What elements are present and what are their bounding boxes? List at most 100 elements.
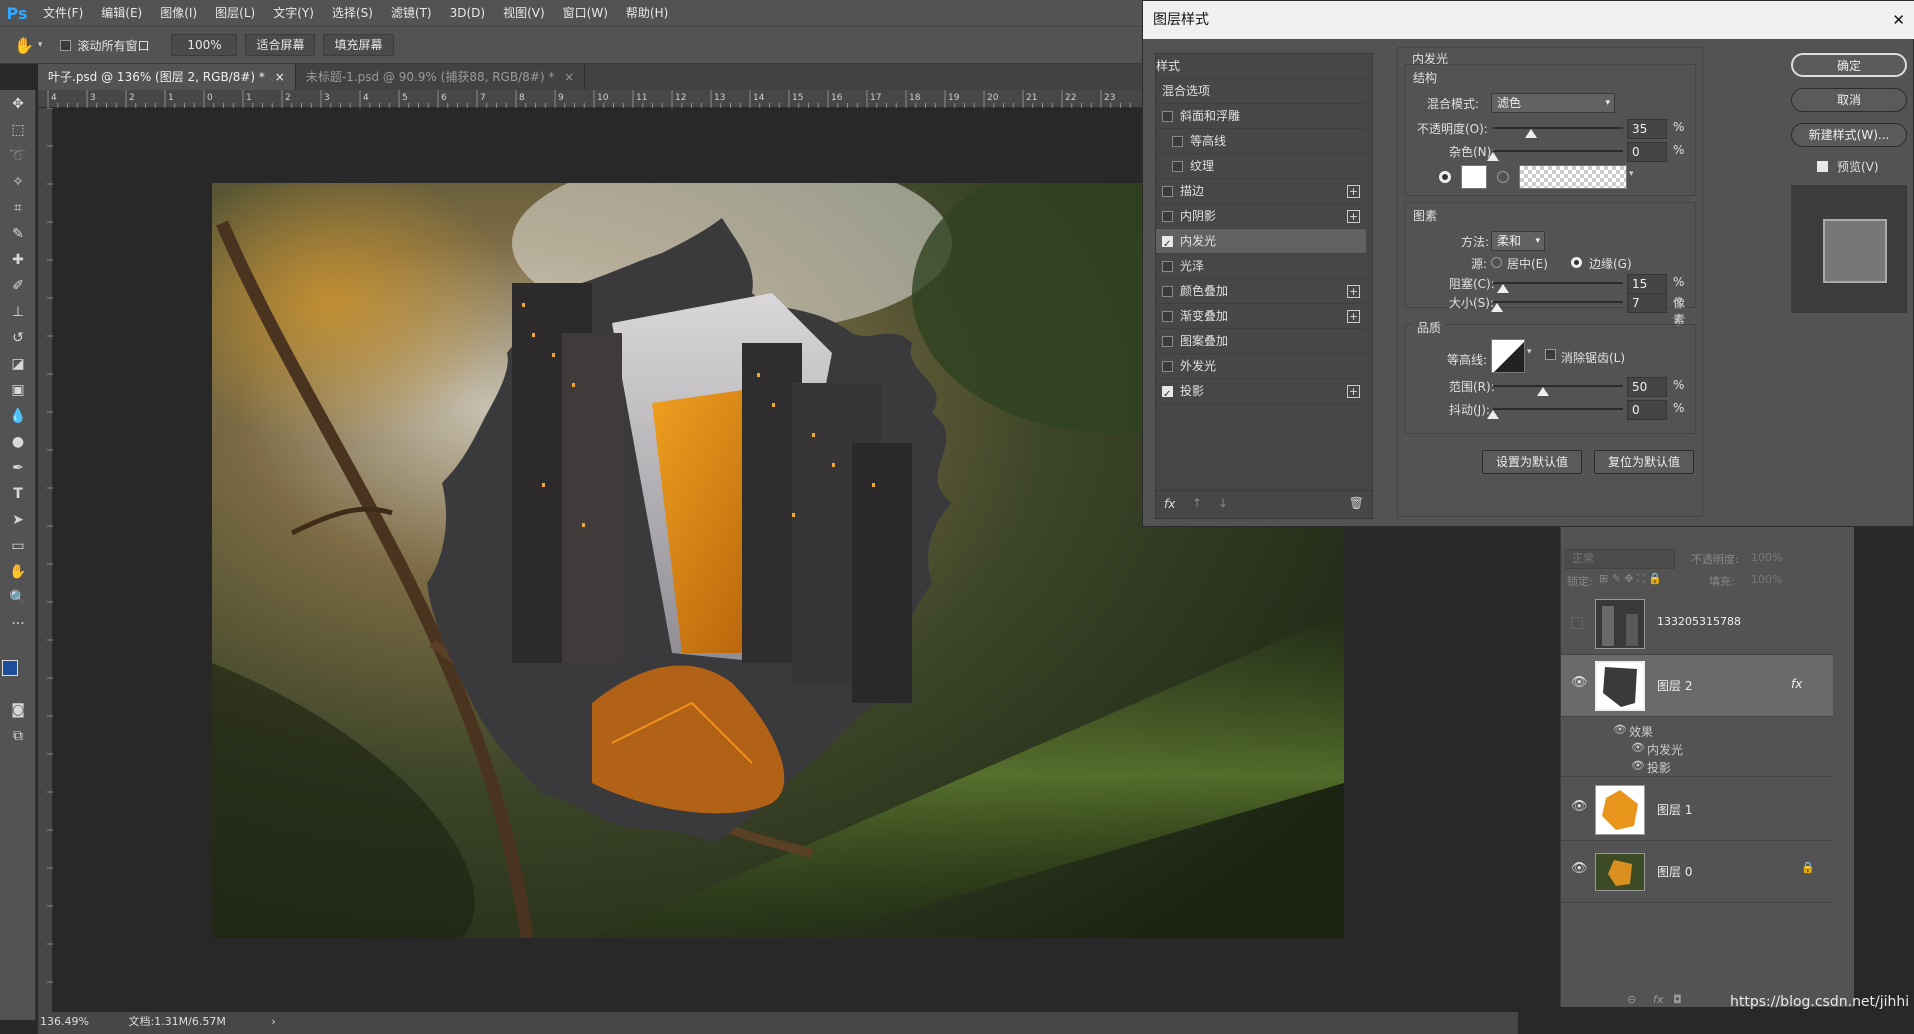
foreground-color-swatch[interactable] [2,660,18,676]
style-item-inner-shadow[interactable]: 内阴影 + [1156,204,1366,229]
fx-icon[interactable]: fx [1653,993,1663,1006]
menu-filter[interactable]: 滤镜(T) [382,0,441,26]
add-icon[interactable]: + [1347,285,1360,298]
checkbox[interactable] [1162,361,1173,372]
history-brush-tool-icon[interactable]: ↺ [6,328,30,348]
hand-tool-icon[interactable]: ✋ [6,562,30,582]
slider-thumb[interactable] [1525,129,1537,138]
size-input[interactable]: 7 [1627,293,1667,313]
eye-icon[interactable]: 👁 [1631,741,1645,754]
style-item-color-overlay[interactable]: 颜色叠加 + [1156,279,1366,304]
chevron-down-icon[interactable]: ▾ [1527,347,1532,357]
edge-radio[interactable] [1571,257,1582,268]
menu-edit[interactable]: 编辑(E) [92,0,151,26]
marquee-tool-icon[interactable]: ⬚ [6,120,30,140]
noise-input[interactable]: 0 [1627,142,1667,162]
checkbox[interactable] [1162,211,1173,222]
style-item-pattern-overlay[interactable]: 图案叠加 [1156,329,1366,354]
styles-header[interactable]: 样式 [1156,54,1366,79]
more-tools-icon[interactable]: ··· [6,614,30,634]
zoom-readout[interactable]: 136.49% [40,1015,89,1028]
lasso-tool-icon[interactable]: ➰ [6,146,30,166]
layer-name[interactable]: 图层 2 [1657,677,1692,694]
menu-type[interactable]: 文字(Y) [264,0,323,26]
status-arrow-icon[interactable]: › [271,1015,275,1028]
brush-tool-icon[interactable]: ✐ [6,276,30,296]
healing-tool-icon[interactable]: ✚ [6,250,30,270]
eye-icon[interactable]: 👁 [1571,861,1588,876]
add-icon[interactable]: + [1347,185,1360,198]
choke-input[interactable]: 15 [1627,274,1667,294]
checkbox[interactable] [1162,286,1173,297]
size-slider[interactable] [1493,301,1623,303]
checkbox[interactable] [1162,336,1173,347]
checkbox[interactable] [1162,186,1173,197]
hand-tool-icon[interactable]: ✋ [14,36,34,55]
style-item-bevel[interactable]: 斜面和浮雕 [1156,104,1366,129]
style-item-contour[interactable]: 等高线 [1156,129,1366,154]
menu-file[interactable]: 文件(F) [34,0,92,26]
zoom-tool-icon[interactable]: 🔍 [6,588,30,608]
close-icon[interactable]: ✕ [1892,1,1905,39]
style-item-gradient-overlay[interactable]: 渐变叠加 + [1156,304,1366,329]
magic-wand-tool-icon[interactable]: ✧ [6,172,30,192]
blur-tool-icon[interactable]: 💧 [6,406,30,426]
solid-color-radio[interactable] [1439,171,1451,183]
layer-row-selected[interactable]: 👁 图层 2 fx [1561,655,1833,717]
tab-leaf-psd[interactable]: 叶子.psd @ 136% (图层 2, RGB/8#) * × [38,64,296,90]
menu-3d[interactable]: 3D(D) [441,0,494,26]
jitter-slider[interactable] [1493,408,1623,410]
link-icon[interactable]: ⊝ [1627,993,1636,1006]
rectangle-tool-icon[interactable]: ▭ [6,536,30,556]
fx-icon[interactable]: fx [1164,497,1175,511]
opacity-input[interactable]: 35 [1627,119,1667,139]
mask-icon[interactable]: ◘ [1673,993,1682,1006]
effect-inner-glow[interactable]: 内发光 [1647,741,1683,758]
fit-screen-button[interactable]: 适合屏幕 [245,34,316,56]
menu-help[interactable]: 帮助(H) [617,0,677,26]
method-select[interactable]: 柔和 ▾ [1491,231,1545,251]
checkbox[interactable] [1172,136,1183,147]
move-down-icon[interactable]: ↓ [1218,496,1228,510]
range-input[interactable]: 50 [1627,377,1667,397]
effect-drop-shadow[interactable]: 投影 [1647,759,1671,776]
type-tool-icon[interactable]: T [6,484,30,504]
layer-row[interactable]: 133205315788 [1561,593,1833,655]
scroll-all-checkbox[interactable] [60,39,72,51]
contour-preview[interactable] [1491,339,1525,373]
checkbox[interactable] [1162,311,1173,322]
slider-thumb[interactable] [1487,152,1499,161]
eye-icon[interactable]: 👁 [1571,675,1588,690]
eye-icon[interactable]: 👁 [1631,759,1645,772]
add-icon[interactable]: + [1347,310,1360,323]
chevron-down-icon[interactable]: ▾ [1629,169,1634,179]
path-select-tool-icon[interactable]: ➤ [6,510,30,530]
cancel-button[interactable]: 取消 [1791,88,1907,112]
visibility-toggle[interactable] [1571,617,1583,629]
slider-thumb[interactable] [1487,410,1499,419]
eye-icon[interactable]: 👁 [1613,723,1627,736]
slider-thumb[interactable] [1491,303,1503,312]
layer-name[interactable]: 133205315788 [1657,615,1741,628]
antialias-checkbox[interactable] [1545,349,1556,360]
style-item-stroke[interactable]: 描边 + [1156,179,1366,204]
fill-value[interactable]: 100% [1751,573,1782,586]
glow-color-swatch[interactable] [1461,165,1487,189]
screen-mode-icon[interactable]: ⧉ [6,726,30,746]
fx-badge-icon[interactable]: fx [1791,677,1802,691]
trash-icon[interactable]: 🗑 [1349,496,1364,510]
checkbox[interactable] [1162,111,1173,122]
gradient-swatch[interactable] [1519,165,1627,189]
eraser-tool-icon[interactable]: ◪ [6,354,30,374]
lock-icons[interactable]: ⊞ ✎ ✥ ⛶ 🔒 [1599,572,1662,586]
make-default-button[interactable]: 设置为默认值 [1482,450,1582,474]
close-icon[interactable]: × [275,70,285,84]
tool-preset-chevron-icon[interactable]: ▾ [38,40,43,50]
menu-image[interactable]: 图像(I) [151,0,206,26]
blend-mode-select[interactable]: 滤色 ▾ [1491,93,1615,113]
jitter-input[interactable]: 0 [1627,400,1667,420]
gradient-radio[interactable] [1497,171,1509,183]
close-icon[interactable]: × [564,70,574,84]
style-item-texture[interactable]: 纹理 [1156,154,1366,179]
style-item-inner-glow[interactable]: 内发光 [1156,229,1366,257]
